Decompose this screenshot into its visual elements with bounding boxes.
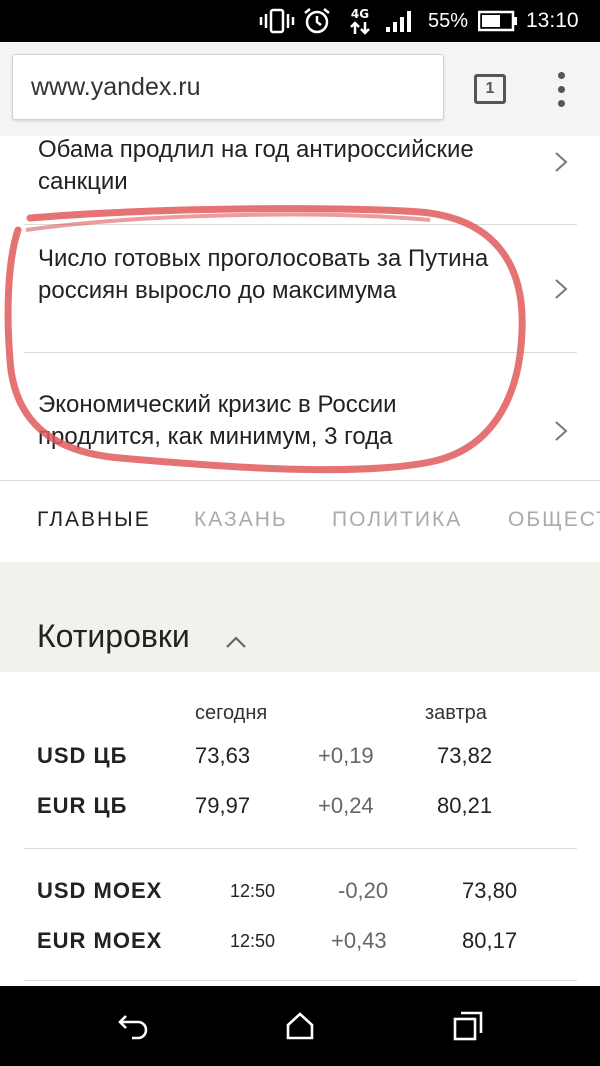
quotes-table: сегодня завтра USD ЦБ 73,63 +0,19 73,82 … — [0, 672, 600, 986]
quote-change: +0,43 — [331, 928, 387, 953]
clock: 13:10 — [526, 9, 579, 32]
quote-name: EUR MOEX — [37, 928, 163, 953]
news-title: Обама продлил на год антироссийские санк… — [38, 136, 474, 195]
signal-icon — [384, 0, 416, 42]
quote-time: 12:50 — [230, 931, 276, 951]
status-bar: 4G 55% 13:10 — [0, 0, 600, 42]
tab-main[interactable]: ГЛАВНЫЕ — [37, 508, 151, 532]
quote-change: +0,19 — [318, 743, 374, 768]
quotes-title: Котировки — [37, 618, 190, 654]
column-header-tomorrow: завтра — [425, 702, 487, 724]
quote-name: USD MOEX — [37, 878, 163, 903]
tab-kazan[interactable]: КАЗАНЬ — [194, 508, 288, 532]
quote-name: USD ЦБ — [37, 743, 128, 768]
recents-icon[interactable] — [450, 1008, 486, 1044]
category-tabs: ГЛАВНЫЕ КАЗАНЬ ПОЛИТИКА ОБЩЕСТ — [0, 480, 600, 562]
chevron-right-icon — [555, 279, 568, 299]
battery-percent: 55% — [428, 9, 469, 32]
vibrate-icon — [258, 0, 296, 42]
news-item[interactable]: Экономический кризис в России продлится,… — [24, 353, 577, 479]
column-header-today: сегодня — [195, 702, 268, 724]
quote-tomorrow: 80,21 — [437, 793, 493, 818]
back-icon[interactable] — [116, 1008, 152, 1044]
network-arrows-icon: 4G — [345, 0, 375, 42]
divider — [24, 848, 577, 849]
tabs-button[interactable]: 1 — [474, 74, 506, 104]
quote-today: 79,97 — [195, 793, 251, 818]
overflow-menu-icon[interactable] — [548, 70, 576, 110]
quote-value: 73,80 — [462, 878, 518, 903]
divider — [24, 980, 577, 981]
quote-value: 80,17 — [462, 928, 518, 953]
network-type: 4G — [350, 6, 370, 21]
news-title: Число готовых проголосовать за Путина ро… — [38, 245, 489, 304]
tab-politics[interactable]: ПОЛИТИКА — [332, 508, 462, 532]
news-item[interactable]: Обама продлил на год антироссийские санк… — [24, 136, 577, 225]
url-field[interactable]: www.yandex.ru — [12, 54, 444, 120]
home-icon[interactable] — [282, 1008, 318, 1044]
chevron-right-icon — [555, 421, 568, 441]
quote-tomorrow: 73,82 — [437, 743, 493, 768]
chevron-up-icon[interactable] — [224, 634, 248, 650]
quotes-header[interactable]: Котировки — [0, 562, 600, 672]
quote-change: +0,24 — [318, 793, 374, 818]
quote-today: 73,63 — [195, 743, 251, 768]
browser-toolbar: www.yandex.ru 1 — [0, 42, 600, 136]
url-text: www.yandex.ru — [31, 73, 201, 101]
quote-time: 12:50 — [230, 881, 276, 901]
alarm-icon — [302, 0, 334, 42]
tab-society[interactable]: ОБЩЕСТ — [508, 508, 600, 532]
navigation-bar — [0, 986, 600, 1066]
news-item[interactable]: Число готовых проголосовать за Путина ро… — [24, 225, 577, 353]
quote-change: -0,20 — [338, 878, 389, 903]
chevron-right-icon — [555, 152, 568, 172]
battery-icon — [478, 0, 518, 42]
news-title: Экономический кризис в России продлится,… — [38, 391, 397, 450]
quote-name: EUR ЦБ — [37, 793, 128, 818]
